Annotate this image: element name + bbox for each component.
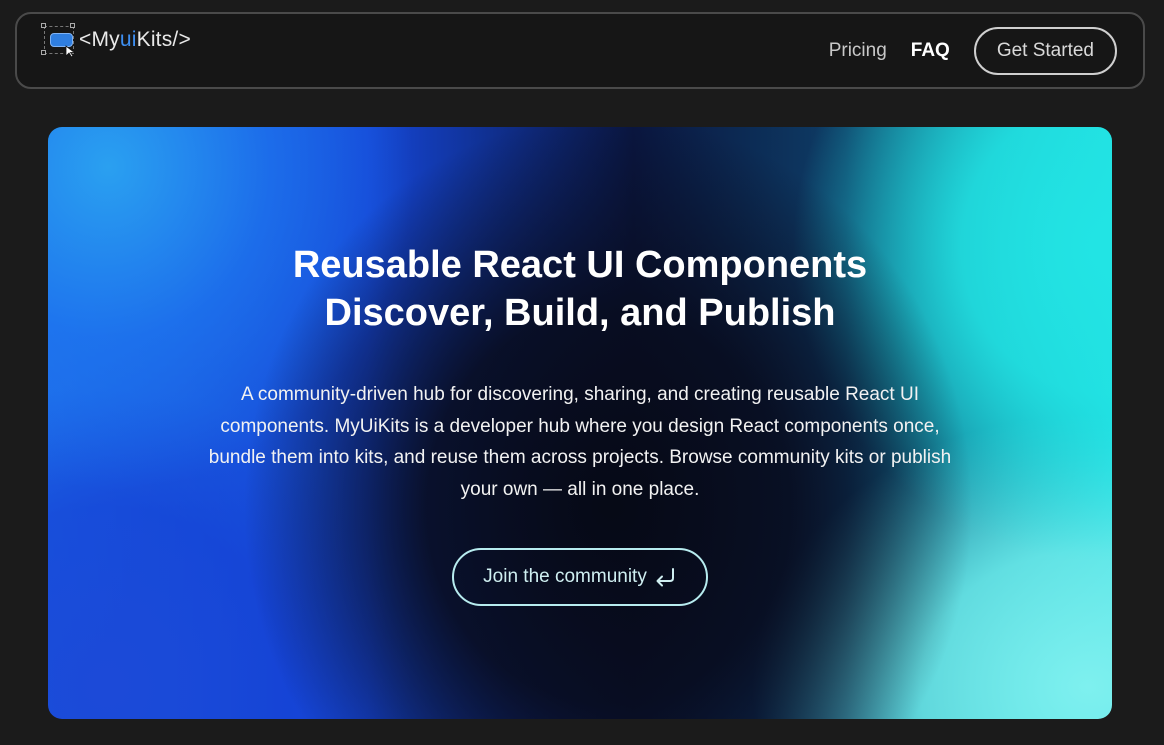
nav-link-pricing[interactable]: Pricing	[829, 40, 887, 62]
join-community-button[interactable]: Join the community	[452, 548, 708, 606]
nav-link-faq[interactable]: FAQ	[911, 40, 950, 62]
return-arrow-icon	[653, 566, 677, 588]
hero-title-line-1: Reusable React UI Components	[292, 244, 868, 286]
top-navbar: <MyuiKits/> Pricing FAQ Get Started	[15, 12, 1145, 89]
logo-text: <MyuiKits/>	[79, 27, 191, 51]
cursor-icon	[65, 44, 76, 58]
hero-title-line-2: Discover, Build, and Publish	[324, 292, 836, 334]
hero-section: Reusable React UI Components Discover, B…	[48, 127, 1112, 719]
logo[interactable]: <MyuiKits/>	[41, 22, 191, 58]
get-started-button[interactable]: Get Started	[973, 26, 1117, 75]
nav-links: Pricing FAQ Get Started	[829, 26, 1117, 75]
logo-mark-icon	[41, 22, 79, 58]
hero-description: A community-driven hub for discovering, …	[208, 384, 952, 500]
join-community-label: Join the community	[483, 566, 647, 587]
